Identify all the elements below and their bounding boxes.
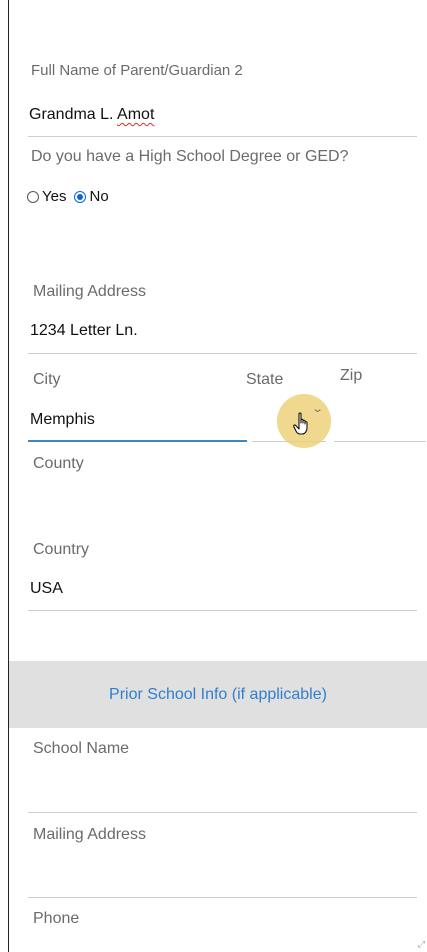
- county-field[interactable]: [28, 490, 417, 520]
- school-mailing-field[interactable]: [28, 860, 417, 896]
- resize-handle-icon: ⤢: [417, 939, 425, 949]
- city-underline: [28, 440, 247, 442]
- country-underline: [28, 610, 417, 611]
- zip-label: Zip: [340, 367, 363, 384]
- school-mailing-underline: [28, 897, 417, 898]
- mailing-address-field[interactable]: 1234 Letter Ln.: [30, 322, 138, 340]
- guardian2-value: Grandma L.: [29, 106, 118, 123]
- guardian2-label: Full Name of Parent/Guardian 2: [31, 62, 243, 79]
- ged-no-label[interactable]: No: [89, 188, 108, 205]
- prior-school-section-header: Prior School Info (if applicable): [9, 661, 427, 728]
- ged-yes-label[interactable]: Yes: [42, 188, 66, 205]
- county-label: County: [33, 455, 84, 472]
- hand-pointer-icon: [293, 412, 308, 435]
- country-field[interactable]: USA: [30, 580, 63, 598]
- city-field[interactable]: Memphis: [30, 411, 95, 429]
- mailing-address-label: Mailing Address: [33, 283, 146, 300]
- ged-radio-group: Yes No: [27, 188, 117, 205]
- country-label: Country: [33, 541, 90, 558]
- guardian2-value-misspelled: Amot: [117, 106, 155, 123]
- phone-label: Phone: [33, 910, 80, 927]
- zip-underline: [334, 441, 426, 442]
- ged-yes-radio[interactable]: [27, 190, 39, 203]
- mailing-address-underline: [28, 353, 417, 354]
- guardian2-underline: [28, 136, 417, 137]
- guardian2-field[interactable]: Grandma L. Amot: [29, 106, 154, 124]
- school-name-underline: [28, 812, 417, 813]
- phone-field[interactable]: [28, 935, 417, 952]
- school-mailing-label: Mailing Address: [33, 826, 146, 843]
- state-label: State: [246, 371, 284, 388]
- school-name-label: School Name: [33, 740, 130, 757]
- ged-no-radio[interactable]: [74, 190, 87, 203]
- zip-field[interactable]: [334, 405, 426, 439]
- prior-school-heading: Prior School Info (if applicable): [109, 685, 327, 703]
- ged-question: Do you have a High School Degree or GED?: [31, 148, 349, 165]
- city-label: City: [33, 371, 61, 388]
- school-name-field[interactable]: [28, 775, 417, 811]
